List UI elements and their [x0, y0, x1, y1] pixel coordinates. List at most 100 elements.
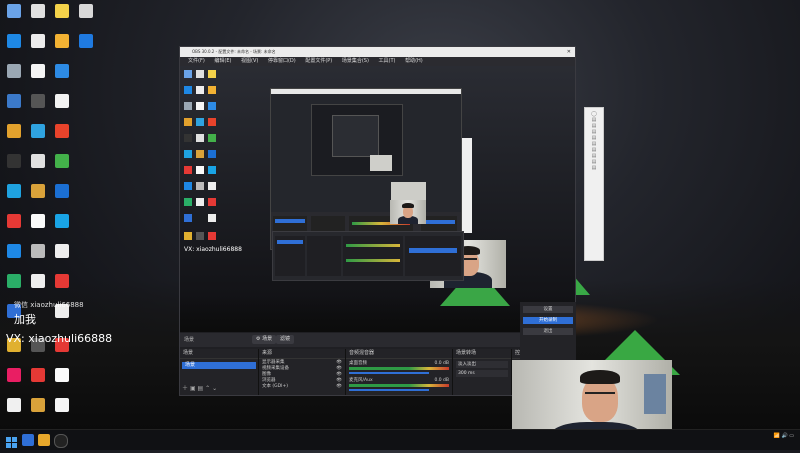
volume-icon[interactable]: 🔊: [781, 433, 787, 439]
obs-taskbar-icon[interactable]: [54, 434, 68, 448]
overlay-handle-line1: 加我: [14, 313, 36, 326]
desktop-icon[interactable]: [26, 244, 50, 259]
desktop-icon[interactable]: [50, 398, 74, 413]
obs-preview[interactable]: VX: xiaozhuli66888: [180, 66, 575, 332]
desktop-icons: [0, 0, 93, 430]
gear-icon: ⚙: [256, 336, 261, 342]
settings-button[interactable]: 设置: [523, 306, 573, 313]
desktop-icon[interactable]: [50, 184, 74, 199]
chevron-down-icon[interactable]: ⌄: [212, 385, 217, 392]
side-panel-icons: ◯ ▤ ▤ ▤ ▤ ▤ ▤ ▤ ▤ ▤: [591, 111, 597, 171]
menu-tools[interactable]: 工具(T): [379, 58, 396, 64]
scenes-dock-title: 场景: [180, 349, 258, 359]
desktop-icon[interactable]: [26, 398, 50, 413]
close-icon[interactable]: ✕: [567, 47, 571, 57]
notification-icon[interactable]: ▭: [789, 433, 794, 439]
desktop-icon[interactable]: [2, 244, 26, 259]
menu-view[interactable]: 视图(V): [241, 58, 258, 64]
desktop-icon[interactable]: [2, 34, 26, 49]
taskbar: 📶 🔊 ▭: [0, 429, 800, 450]
desktop-icon[interactable]: [26, 184, 50, 199]
wifi-icon[interactable]: 📶: [774, 433, 780, 439]
eye-icon[interactable]: 👁: [336, 384, 342, 390]
preview-obs-docks: [272, 231, 464, 281]
desktop-icon[interactable]: [50, 154, 74, 169]
transition-duration-field[interactable]: 300 ms: [456, 370, 508, 377]
desktop-icon[interactable]: [2, 154, 26, 169]
desktop-icon[interactable]: [26, 214, 50, 229]
obs-titlebar: OBS 30.0.2 - 配置文件: 未命名 - 场景: 未命名 ✕: [180, 47, 575, 57]
desktop-icon[interactable]: [50, 214, 74, 229]
desktop-icon[interactable]: [26, 274, 50, 289]
desktop-icon[interactable]: [50, 94, 74, 109]
start-icon[interactable]: [6, 434, 18, 448]
scene-toolbar: ＋ ▣ ▤ ⌃ ⌄: [182, 383, 217, 392]
desktop-icon[interactable]: [26, 368, 50, 383]
add-scene-button[interactable]: ＋: [182, 385, 188, 392]
desktop-icon[interactable]: [2, 124, 26, 139]
obs-title: OBS 30.0.2 - 配置文件: 未命名 - 场景: 未命名: [192, 49, 276, 54]
desktop-icon[interactable]: [2, 94, 26, 109]
mixer-meter: [349, 367, 449, 370]
menu-docks[interactable]: 停靠窗口(D): [268, 58, 296, 64]
mixer-channel-mic: 麦克风/Aux 0.0 dB: [349, 378, 449, 383]
transition-type-select[interactable]: 淡入淡出: [456, 361, 508, 368]
folder-icon[interactable]: [38, 434, 50, 446]
desktop-icon[interactable]: [2, 214, 26, 229]
menu-profile[interactable]: 配置文件(P): [305, 58, 332, 64]
desktop-icon[interactable]: [2, 398, 26, 413]
desktop-icon[interactable]: [26, 94, 50, 109]
remove-scene-button[interactable]: ▣: [190, 385, 196, 392]
desktop-icon[interactable]: [26, 64, 50, 79]
controls-dock-extension: 设置 开始录制 退出: [520, 302, 576, 362]
mixer-slider[interactable]: [349, 389, 429, 391]
scene-filter-button[interactable]: ▤: [198, 385, 204, 392]
exit-button[interactable]: 退出: [523, 328, 573, 335]
desktop-icon[interactable]: [50, 274, 74, 289]
desktop-icon[interactable]: [2, 368, 26, 383]
obs-scenes-bar: 场景 ⚙ 场景 滤镜: [180, 333, 575, 347]
desktop-icon[interactable]: [26, 34, 50, 49]
menu-help[interactable]: 帮助(H): [405, 58, 423, 64]
sources-dock: 来源 显示器采集 👁 视频采集设备 👁 图像 👁 浏览器 👁 文本 (GDI+) 👁: [259, 349, 346, 395]
source-item[interactable]: 文本 (GDI+) 👁: [262, 384, 342, 390]
start-recording-alt-button[interactable]: 开始录制: [523, 317, 573, 324]
desktop-icon[interactable]: [2, 274, 26, 289]
desktop-icon[interactable]: [50, 34, 74, 49]
menu-scene-collection[interactable]: 场景集合(S): [342, 58, 369, 64]
desktop-icon[interactable]: [26, 154, 50, 169]
desktop-icon[interactable]: [50, 368, 74, 383]
desktop-icon[interactable]: [50, 4, 74, 19]
desktop-icon[interactable]: [2, 184, 26, 199]
overlay-wx-id: xiaozhuli66888: [28, 332, 113, 345]
nested-obs-window: [270, 88, 462, 250]
browser-icon[interactable]: [22, 434, 34, 446]
desktop-icon[interactable]: [26, 124, 50, 139]
desktop-icon[interactable]: [74, 4, 98, 19]
desktop-icon[interactable]: [74, 34, 98, 49]
desktop-icon[interactable]: [50, 64, 74, 79]
scene-item[interactable]: 场景: [182, 362, 256, 369]
overlay-handle: 加我: [14, 314, 36, 326]
desktop-icon[interactable]: [50, 124, 74, 139]
transitions-dock-title: 场景转场: [453, 349, 511, 359]
scene-button[interactable]: ⚙ 场景: [252, 335, 277, 344]
scene-button-label: 场景: [262, 336, 273, 342]
desktop-icon[interactable]: [2, 4, 26, 19]
menu-edit[interactable]: 编辑(E): [214, 58, 231, 64]
desktop-icon[interactable]: [2, 64, 26, 79]
filters-button-label: 滤镜: [280, 336, 291, 342]
mixer-slider[interactable]: [349, 372, 429, 374]
overlay-wx-label: VX:: [6, 332, 29, 345]
webcam-shelf: [644, 374, 666, 414]
menu-file[interactable]: 文件(F): [188, 58, 205, 64]
preview-icons: [184, 70, 224, 270]
webcam-person-glasses: [585, 392, 615, 394]
side-panel: ◯ ▤ ▤ ▤ ▤ ▤ ▤ ▤ ▤ ▤: [584, 107, 604, 261]
filters-button[interactable]: 滤镜: [276, 335, 295, 344]
overlay-wechat: VX: xiaozhuli66888: [6, 332, 112, 345]
desktop-icon[interactable]: [26, 4, 50, 19]
chevron-up-icon[interactable]: ⌃: [205, 385, 210, 392]
scene-tab-label[interactable]: 场景: [184, 337, 194, 343]
desktop-icon[interactable]: [50, 244, 74, 259]
